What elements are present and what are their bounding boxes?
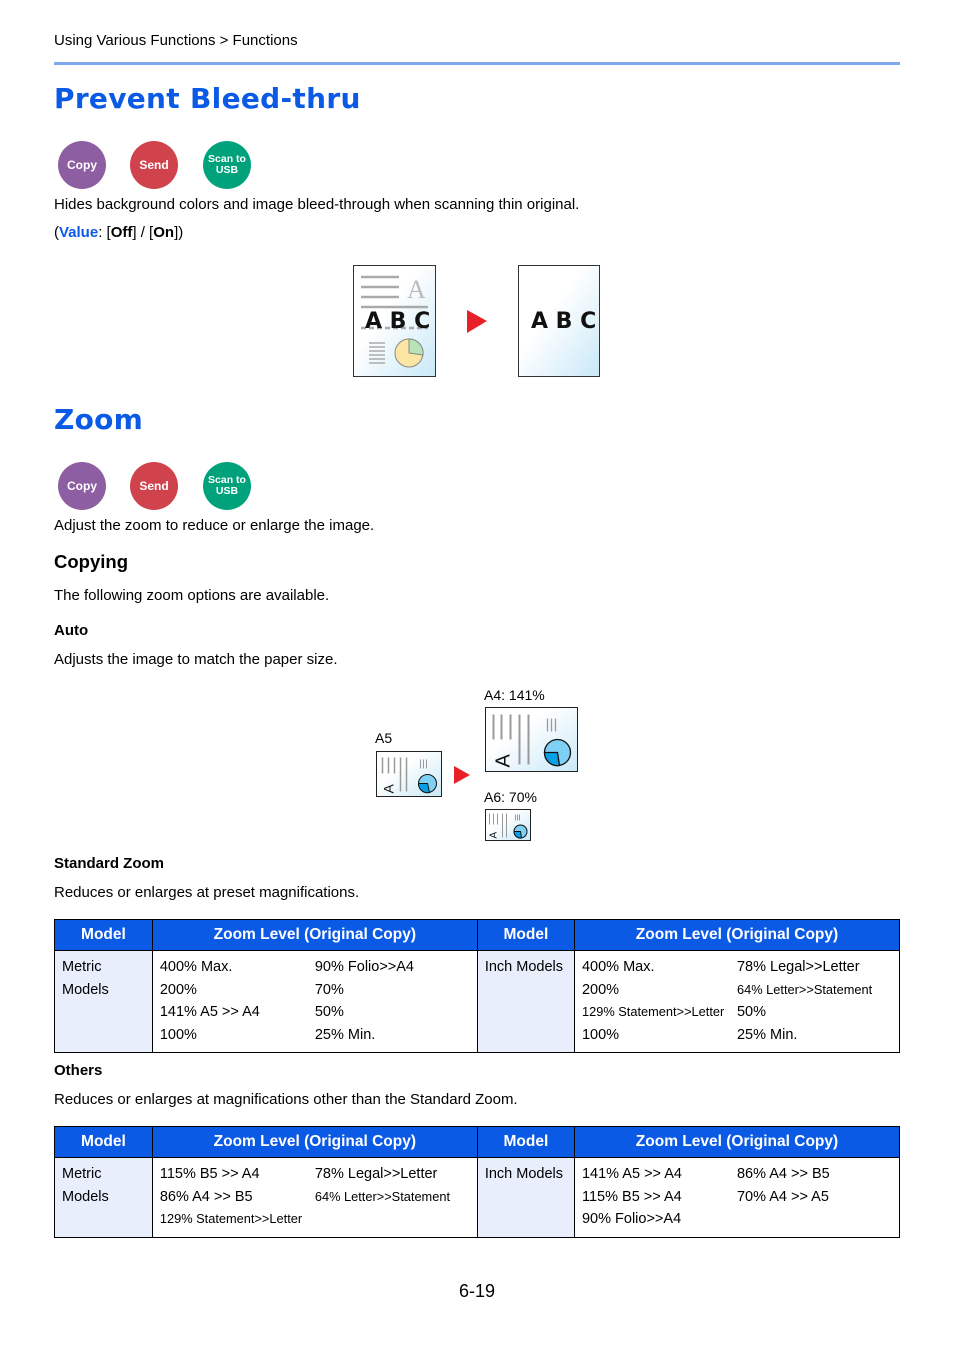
zoom-level-cell: 141% A5 >> A4 115% B5 >> A4 90% Folio>>A4 … <box>573 1157 901 1238</box>
table-row: Metric Models 115% B5 >> A4 86% A4 >> B5 1… <box>54 1157 901 1238</box>
copying-text: The following zoom options are available… <box>54 587 330 604</box>
scan-to-usb-badge: Scan to USB <box>203 141 251 189</box>
table-header-row: Model Zoom Level (Original Copy) Model Z… <box>54 919 901 951</box>
column-header: Zoom Level (Original Copy) <box>573 1126 901 1158</box>
svg-text:A: A <box>493 754 515 768</box>
zoom-level-cell: 400% Max. 200% 129% Statement>>Letter 100% … <box>573 950 901 1053</box>
arrow-icon <box>454 766 470 784</box>
svg-text:A: A <box>381 784 397 794</box>
result-page-icon: A B C <box>518 265 600 377</box>
scan-to-usb-badge-label: Scan to USB <box>208 474 246 497</box>
column-header: Model <box>54 1126 153 1158</box>
model-cell: Inch Models <box>476 1157 575 1238</box>
model-cell: Inch Models <box>476 950 575 1053</box>
section-title-prevent-bleed-thru: Prevent Bleed-thru <box>54 82 361 115</box>
svg-text:A: A <box>489 832 500 839</box>
column-header: Zoom Level (Original Copy) <box>151 919 478 951</box>
a5-page-icon: A <box>376 751 442 797</box>
copy-badge-label: Copy <box>67 157 97 172</box>
bleed-thru-illustration: A A B C A B C <box>353 265 600 377</box>
send-badge: Send <box>130 462 178 510</box>
auto-heading: Auto <box>54 622 89 639</box>
column-header: Model <box>54 919 153 951</box>
column-header: Zoom Level (Original Copy) <box>573 919 901 951</box>
standard-zoom-text: Reduces or enlarges at preset magnificat… <box>54 884 360 901</box>
original-page-icon: A A B C <box>353 265 436 377</box>
header-rule <box>54 62 900 65</box>
section-title-zoom: Zoom <box>54 403 144 436</box>
bleed-description: Hides background colors and image bleed-… <box>54 196 580 213</box>
scan-to-usb-badge: Scan to USB <box>203 462 251 510</box>
a4-page-icon: A <box>485 707 578 772</box>
page-number: 6-19 <box>458 1281 496 1301</box>
copying-heading: Copying <box>54 551 128 572</box>
svg-text:A B C: A B C <box>531 309 596 334</box>
zoom-description: Adjust the zoom to reduce or enlarge the… <box>54 517 375 534</box>
zoom-level-cell: 115% B5 >> A4 86% A4 >> B5 129% Statement>… <box>151 1157 478 1238</box>
copy-badge: Copy <box>58 141 106 189</box>
scan-to-usb-badge-label: Scan to USB <box>208 153 246 176</box>
model-cell: Metric Models <box>54 1157 153 1238</box>
send-badge: Send <box>130 141 178 189</box>
auto-zoom-diagram: A A A <box>376 707 578 841</box>
table-header-row: Model Zoom Level (Original Copy) Model Z… <box>54 1126 901 1158</box>
table-row: Metric Models 400% Max. 200% 141% A5 >> A4… <box>54 950 901 1053</box>
auto-text: Adjusts the image to match the paper siz… <box>54 651 338 668</box>
column-header: Model <box>476 919 575 951</box>
standard-zoom-heading: Standard Zoom <box>54 855 165 872</box>
send-badge-label: Send <box>139 478 169 493</box>
others-heading: Others <box>54 1062 103 1079</box>
others-text: Reduces or enlarges at magnifications ot… <box>54 1091 518 1108</box>
copy-badge: Copy <box>58 462 106 510</box>
column-header: Zoom Level (Original Copy) <box>151 1126 478 1158</box>
a6-page-icon: A <box>485 809 531 841</box>
arrow-icon <box>467 310 487 333</box>
breadcrumb: Using Various Functions > Functions <box>54 32 298 49</box>
send-badge-label: Send <box>139 157 169 172</box>
standard-zoom-table: Model Zoom Level (Original Copy) Model Z… <box>54 919 901 1053</box>
svg-text:A B C: A B C <box>365 309 430 334</box>
bleed-value-line: (Value: [Off] / [On]) <box>54 224 184 241</box>
column-header: Model <box>476 1126 575 1158</box>
svg-text:A: A <box>407 275 426 304</box>
copy-badge-label: Copy <box>67 478 97 493</box>
zoom-level-cell: 400% Max. 200% 141% A5 >> A4 100% 90% Folio… <box>151 950 478 1053</box>
others-zoom-table: Model Zoom Level (Original Copy) Model Z… <box>54 1126 901 1238</box>
model-cell: Metric Models <box>54 950 153 1053</box>
